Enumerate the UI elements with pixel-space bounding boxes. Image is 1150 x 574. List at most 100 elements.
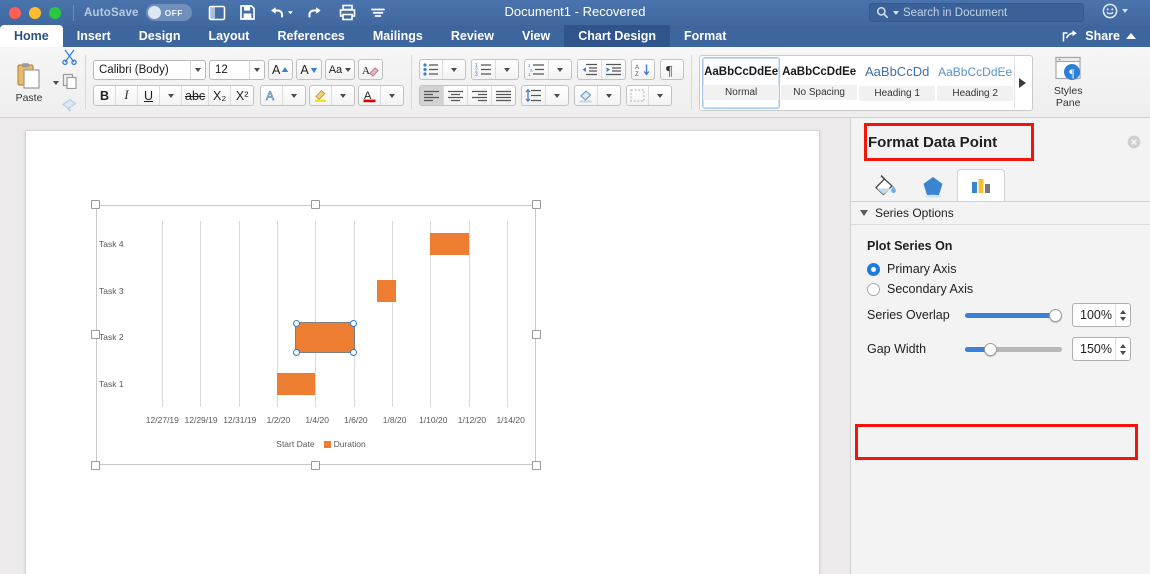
clear-formatting-button[interactable]: A — [358, 59, 383, 80]
collapse-ribbon-icon[interactable] — [1126, 33, 1136, 39]
feedback-menu[interactable] — [1102, 3, 1128, 19]
strikethrough-button[interactable]: abc — [182, 85, 209, 106]
font-color-dropdown-icon[interactable] — [381, 85, 403, 106]
customize-toolbar-icon[interactable] — [370, 7, 386, 19]
style-normal[interactable]: AaBbCcDdEe Normal — [702, 57, 780, 109]
font-color-button[interactable]: A — [359, 85, 381, 106]
paste-button[interactable]: Paste — [7, 47, 51, 118]
datapoint-handle-bl[interactable] — [293, 349, 300, 356]
new-document-icon[interactable] — [208, 5, 226, 21]
chart-handle-tc[interactable] — [311, 200, 320, 209]
shrink-font-button[interactable]: A — [296, 59, 321, 80]
chart-handle-bc[interactable] — [311, 461, 320, 470]
highlight-dropdown-icon[interactable] — [332, 85, 354, 106]
text-effects-dropdown-icon[interactable] — [283, 85, 305, 106]
bar-task-3[interactable] — [377, 280, 396, 302]
search-input[interactable]: Search in Document — [869, 3, 1084, 22]
stepper-down-icon[interactable] — [1120, 351, 1126, 355]
multilevel-list-button[interactable]: 1a1 — [525, 59, 549, 80]
bar-task-4[interactable] — [430, 233, 468, 255]
slider-knob[interactable] — [984, 343, 997, 356]
print-icon[interactable] — [338, 4, 357, 21]
slider-knob[interactable] — [1049, 309, 1062, 322]
text-effects-button[interactable]: A — [261, 85, 283, 106]
chart-legend[interactable]: Start Date Duration — [96, 439, 536, 449]
tab-review[interactable]: Review — [437, 25, 508, 47]
tab-insert[interactable]: Insert — [63, 25, 125, 47]
gap-width-stepper[interactable]: 150% — [1072, 337, 1131, 361]
paste-dropdown-icon[interactable] — [53, 81, 59, 85]
align-left-button[interactable] — [420, 85, 444, 106]
stepper-arrows[interactable] — [1115, 338, 1130, 360]
save-icon[interactable] — [239, 4, 256, 21]
underline-button[interactable]: U — [138, 85, 160, 106]
chart-object[interactable]: Task 4 Task 3 Task 2 Task 1 — [96, 205, 536, 465]
datapoint-handle-tr[interactable] — [350, 320, 357, 327]
borders-button[interactable] — [627, 85, 649, 106]
styles-gallery-more-button[interactable] — [1014, 57, 1030, 109]
multilevel-dropdown-icon[interactable] — [549, 59, 571, 80]
cut-icon[interactable] — [61, 48, 78, 70]
series-options-section-header[interactable]: Series Options — [851, 202, 1150, 225]
styles-pane-button[interactable]: ¶ Styles Pane — [1041, 56, 1095, 110]
chart-handle-tl[interactable] — [91, 200, 100, 209]
highlight-button[interactable] — [310, 85, 332, 106]
grow-font-button[interactable]: A — [268, 59, 293, 80]
decrease-indent-button[interactable] — [578, 59, 602, 80]
chart-handle-mr[interactable] — [532, 330, 541, 339]
chart-plot-area[interactable]: Task 4 Task 3 Task 2 Task 1 — [143, 221, 526, 407]
format-painter-icon[interactable] — [61, 97, 78, 117]
font-name-combo[interactable]: Calibri (Body) — [93, 60, 206, 80]
legend-item-start-date[interactable]: Start Date — [266, 439, 314, 449]
justify-button[interactable] — [492, 85, 515, 106]
align-center-button[interactable] — [444, 85, 468, 106]
chart-handle-br[interactable] — [532, 461, 541, 470]
series-overlap-stepper[interactable]: 100% — [1072, 303, 1131, 327]
style-heading-1[interactable]: AaBbCcDd Heading 1 — [858, 57, 936, 109]
line-spacing-button[interactable] — [522, 85, 546, 106]
tab-mailings[interactable]: Mailings — [359, 25, 437, 47]
stepper-up-icon[interactable] — [1120, 310, 1126, 314]
tab-chart-design[interactable]: Chart Design — [564, 25, 670, 47]
autosave-toggle[interactable]: OFF — [146, 4, 192, 21]
font-size-dropdown-icon[interactable] — [249, 61, 264, 79]
radio-button[interactable] — [867, 263, 880, 276]
chart-handle-bl[interactable] — [91, 461, 100, 470]
tab-fill-and-line[interactable] — [861, 169, 909, 201]
datapoint-handle-tl[interactable] — [293, 320, 300, 327]
stepper-down-icon[interactable] — [1120, 317, 1126, 321]
style-heading-2[interactable]: AaBbCcDdEe Heading 2 — [936, 57, 1014, 109]
show-formatting-marks-button[interactable]: ¶ — [661, 59, 683, 80]
tab-format[interactable]: Format — [670, 25, 740, 47]
minimize-window-button[interactable] — [29, 7, 41, 19]
close-pane-button[interactable] — [1127, 135, 1141, 149]
shading-dropdown-icon[interactable] — [598, 85, 620, 106]
bullets-dropdown-icon[interactable] — [443, 59, 465, 80]
legend-item-duration[interactable]: Duration — [324, 439, 366, 449]
radio-primary-axis[interactable]: Primary Axis — [867, 262, 1136, 276]
borders-dropdown-icon[interactable] — [649, 85, 671, 106]
bar-task-2[interactable] — [296, 323, 353, 352]
undo-icon[interactable] — [269, 5, 293, 20]
change-case-dropdown-icon[interactable] — [345, 68, 351, 72]
sort-button[interactable]: AZ — [632, 59, 654, 80]
datapoint-handle-br[interactable] — [350, 349, 357, 356]
font-size-combo[interactable]: 12 — [209, 60, 265, 80]
copy-icon[interactable] — [62, 73, 78, 94]
line-spacing-dropdown-icon[interactable] — [546, 85, 568, 106]
bullets-button[interactable] — [420, 59, 443, 80]
bold-button[interactable]: B — [94, 85, 116, 106]
change-case-button[interactable]: Aa — [325, 59, 355, 80]
document-page[interactable]: Task 4 Task 3 Task 2 Task 1 — [25, 130, 820, 574]
share-button[interactable]: Share — [1085, 29, 1120, 43]
superscript-button[interactable]: X² — [231, 85, 253, 106]
italic-button[interactable]: I — [116, 85, 138, 106]
align-right-button[interactable] — [468, 85, 492, 106]
chart-handle-tr[interactable] — [532, 200, 541, 209]
tab-references[interactable]: References — [263, 25, 358, 47]
gap-width-slider[interactable] — [965, 341, 1062, 357]
increase-indent-button[interactable] — [602, 59, 625, 80]
stepper-up-icon[interactable] — [1120, 344, 1126, 348]
stepper-arrows[interactable] — [1115, 304, 1130, 326]
redo-icon[interactable] — [306, 5, 325, 20]
